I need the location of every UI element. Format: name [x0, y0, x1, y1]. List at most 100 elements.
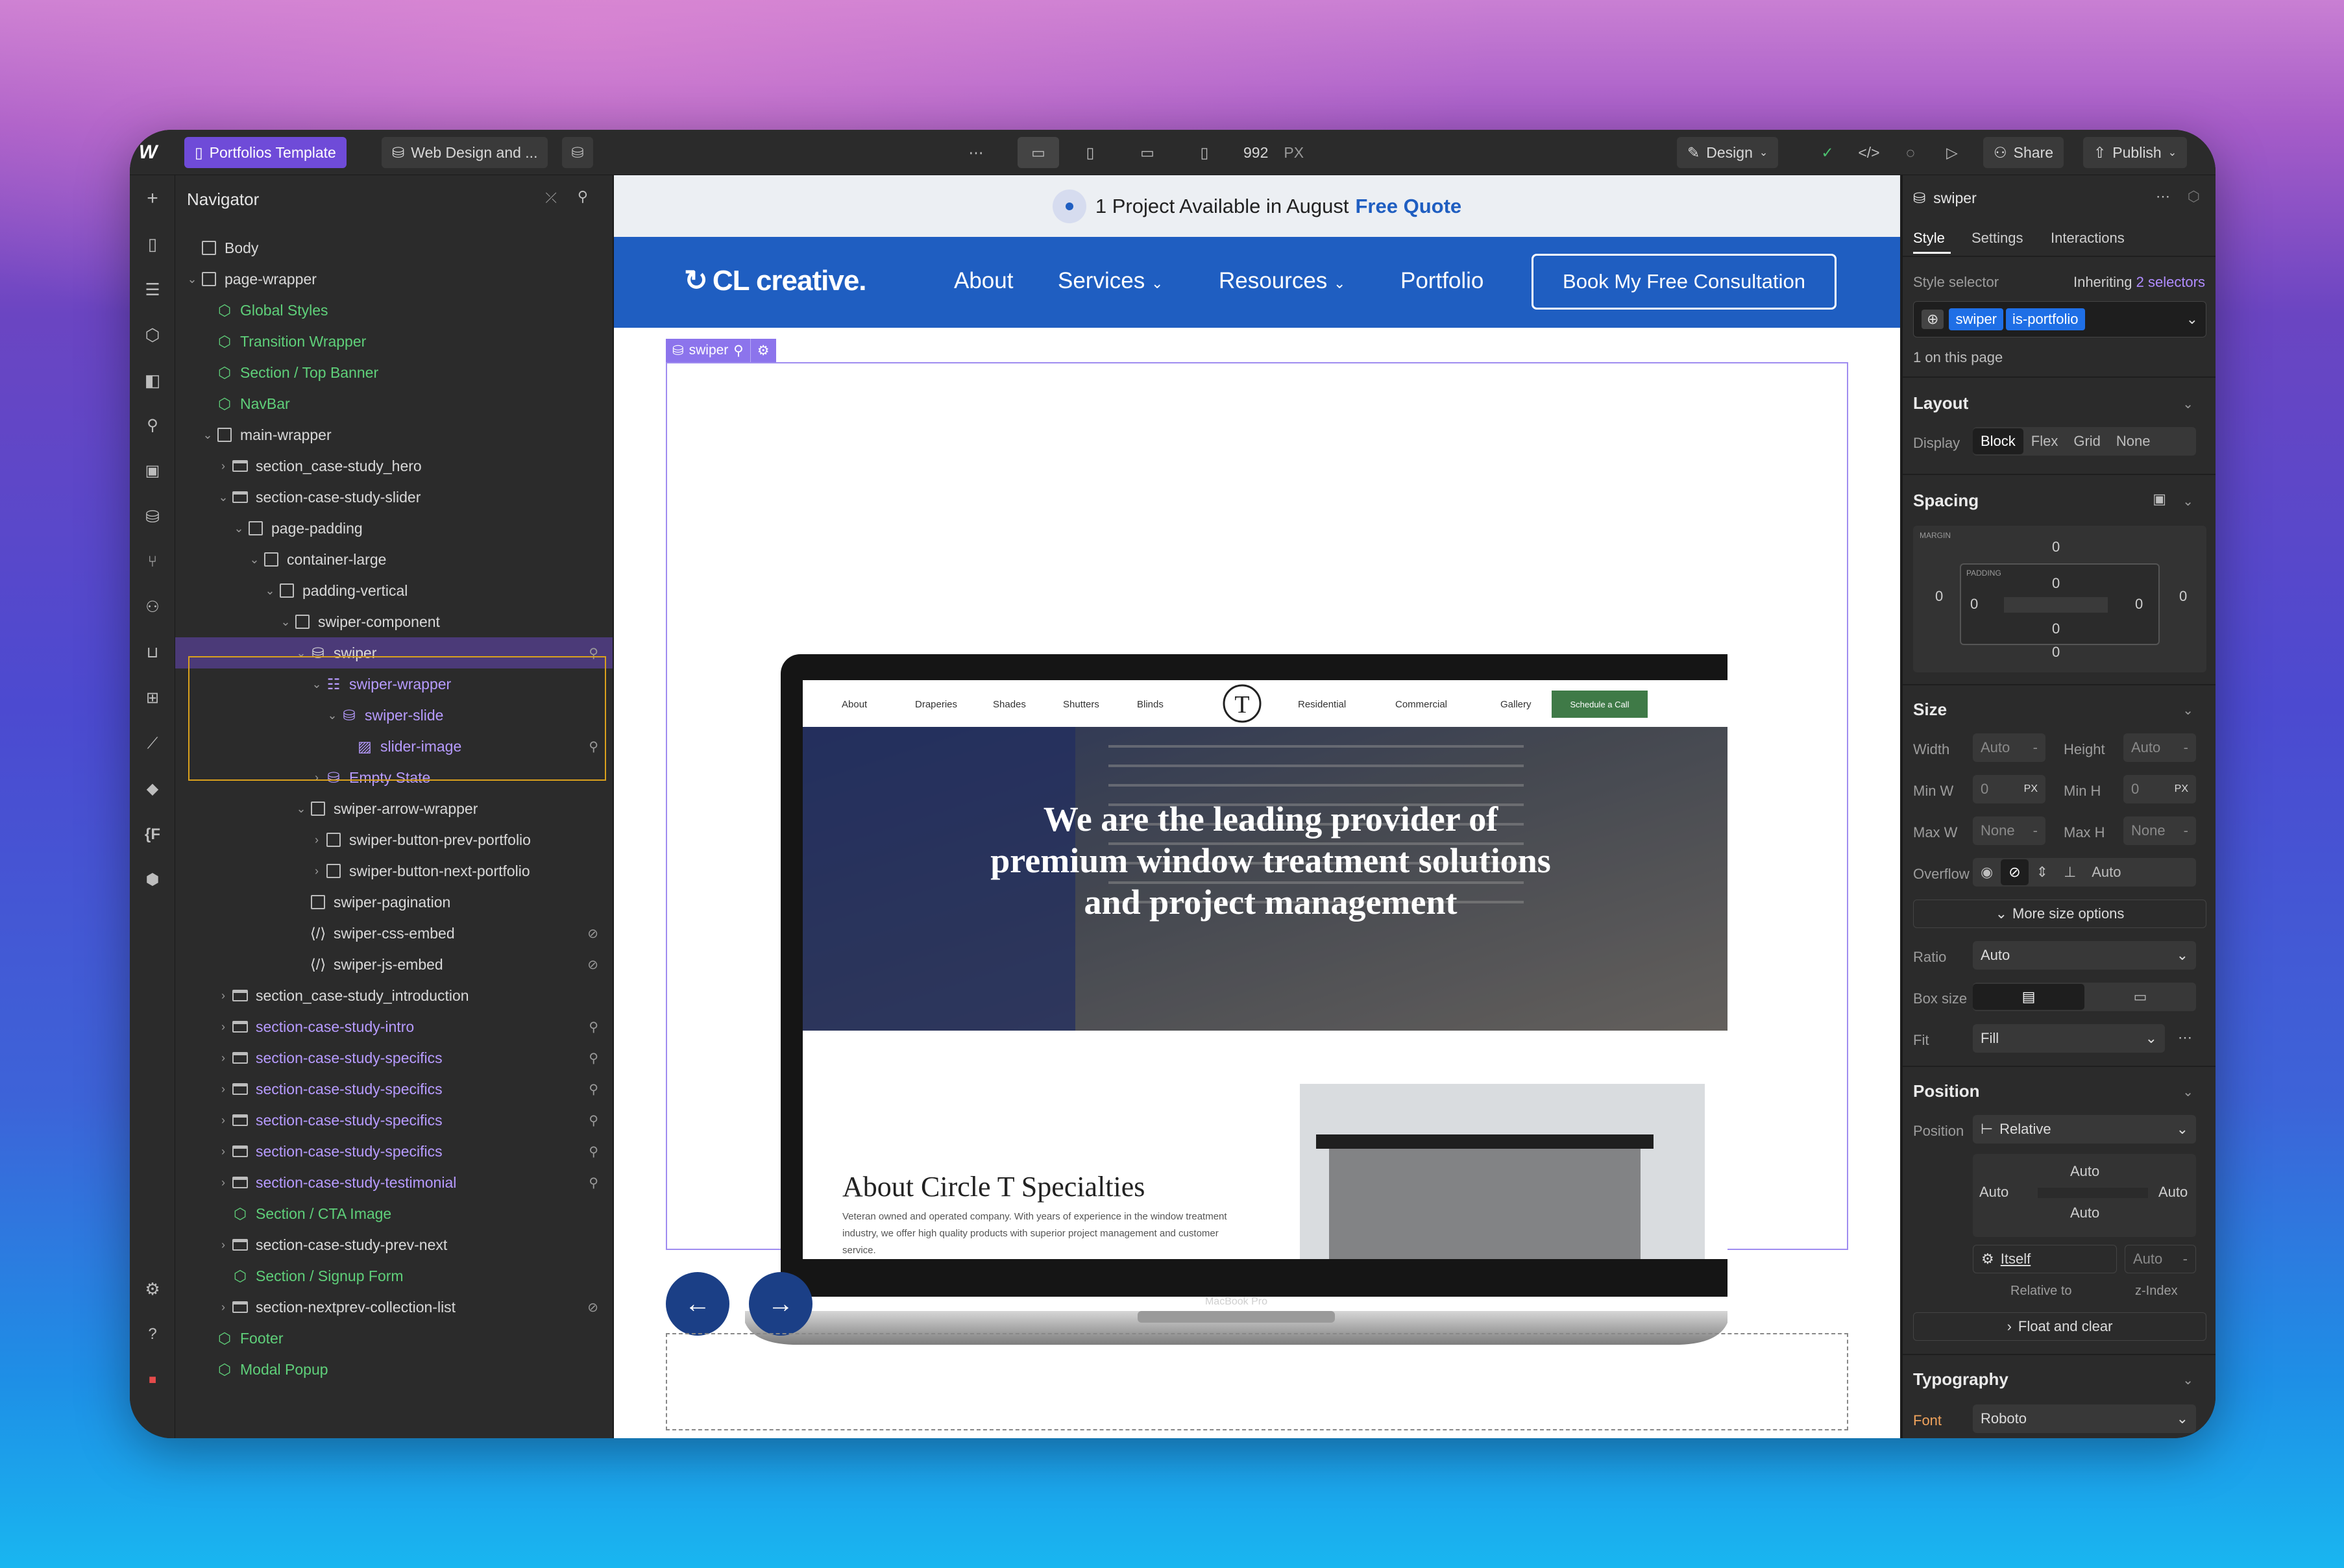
navigator-item[interactable]: ⬡ NavBar: [175, 388, 613, 419]
navigator-item[interactable]: › section-case-study-intro ⚲: [175, 1011, 613, 1042]
caret-right-icon[interactable]: ›: [215, 1301, 231, 1314]
add-elements-icon[interactable]: +: [141, 187, 164, 210]
slider-prev-button[interactable]: ←: [666, 1272, 729, 1336]
gear-icon[interactable]: ⚙: [750, 339, 776, 362]
variables-icon[interactable]: ⚲: [141, 414, 164, 437]
display-block[interactable]: Block: [1973, 428, 2023, 454]
navigator-item[interactable]: swiper-pagination: [175, 887, 613, 918]
navigator-item[interactable]: ⬡ Section / Top Banner: [175, 357, 613, 388]
canvas-width-readout[interactable]: 992 PX: [1243, 137, 1304, 168]
tab-interactions[interactable]: Interactions: [2051, 230, 2125, 247]
margin-left[interactable]: 0: [1935, 588, 1943, 605]
selector-field[interactable]: ⊕ swiper is-portfolio ⌄: [1913, 301, 2206, 337]
display-flex[interactable]: Flex: [2023, 433, 2066, 450]
navigator-item[interactable]: ⌄ swiper-arrow-wrapper: [175, 793, 613, 824]
box-size-control[interactable]: ▤ ▭: [1973, 983, 2196, 1011]
navigator-item[interactable]: ⬡ Modal Popup: [175, 1354, 613, 1385]
height-input[interactable]: Auto -: [2123, 733, 2196, 762]
fit-select[interactable]: Fill ⌄: [1973, 1024, 2165, 1053]
overflow-scroll-icon[interactable]: ⇕: [2029, 864, 2056, 881]
tab-portfolios-template[interactable]: ▯ Portfolios Template: [184, 137, 347, 168]
chevron-down-icon[interactable]: ⌄: [2182, 1372, 2193, 1388]
navigator-item[interactable]: ⌄ container-large: [175, 544, 613, 575]
tab-settings[interactable]: Settings: [1972, 230, 2023, 247]
navigator-item[interactable]: ⬡ Global Styles: [175, 295, 613, 326]
typography-section-title[interactable]: Typography: [1913, 1369, 2008, 1390]
display-none[interactable]: None: [2108, 433, 2158, 450]
caret-right-icon[interactable]: ›: [215, 989, 231, 1003]
content-box-icon[interactable]: ▭: [2084, 988, 2196, 1005]
styles-icon[interactable]: ◧: [141, 369, 164, 392]
caret-right-icon[interactable]: ›: [309, 833, 324, 847]
caret-right-icon[interactable]: ›: [215, 1238, 231, 1252]
navigator-item[interactable]: › section-case-study-prev-next: [175, 1229, 613, 1260]
navigator-item[interactable]: Body: [175, 232, 613, 263]
margin-top[interactable]: 0: [2052, 539, 2060, 556]
float-and-clear-button[interactable]: › Float and clear: [1913, 1312, 2206, 1341]
help-icon[interactable]: ?: [141, 1323, 164, 1346]
chevron-down-icon[interactable]: ⌄: [2182, 396, 2193, 412]
component-icon[interactable]: ⬡: [2188, 188, 2200, 205]
caret-right-icon[interactable]: ›: [309, 864, 324, 878]
margin-bottom[interactable]: 0: [2052, 644, 2060, 661]
display-segmented-control[interactable]: Block Flex Grid None: [1973, 427, 2196, 456]
spacing-section-title[interactable]: Spacing: [1913, 491, 1979, 511]
consultation-button[interactable]: Book My Free Consultation: [1532, 254, 1837, 310]
padding-bottom[interactable]: 0: [2052, 620, 2060, 637]
nav-resources[interactable]: Resources ⌄: [1219, 268, 1345, 294]
package-icon[interactable]: ⬢: [141, 868, 164, 892]
overflow-segmented-control[interactable]: ◉ ⊘ ⇕ ⊥ Auto: [1973, 858, 2196, 887]
caret-right-icon[interactable]: ›: [215, 1020, 231, 1034]
cms-icon[interactable]: ⛁: [141, 505, 164, 528]
webflow-logo-icon[interactable]: W: [139, 137, 167, 168]
navigator-item[interactable]: › section-case-study-specifics ⚲: [175, 1073, 613, 1105]
free-quote-link[interactable]: Free Quote: [1355, 195, 1461, 218]
navigator-item[interactable]: ⌄ page-padding: [175, 513, 613, 544]
design-mode-dropdown[interactable]: ✎ Design ⌄: [1677, 137, 1779, 168]
tablet-breakpoint-icon[interactable]: ▯: [1075, 137, 1106, 168]
more-options-icon[interactable]: ⋯: [2156, 188, 2170, 205]
tab-cms-collection[interactable]: ⛁ Web Design and ...: [382, 137, 548, 168]
record-icon[interactable]: ■: [141, 1368, 164, 1391]
publish-button[interactable]: ⇧ Publish ⌄: [2083, 137, 2188, 168]
navigator-item[interactable]: › section-case-study-specifics ⚲: [175, 1136, 613, 1167]
navigator-item[interactable]: ⌄ main-wrapper: [175, 419, 613, 450]
mobile-landscape-icon[interactable]: ▭: [1132, 137, 1163, 168]
overflow-hidden-eye-slash-icon[interactable]: ⊘: [2001, 859, 2029, 885]
layout-section-title[interactable]: Layout: [1913, 393, 1968, 413]
caret-right-icon[interactable]: ›: [215, 1083, 231, 1096]
navigator-item[interactable]: ⬡ Section / Signup Form: [175, 1260, 613, 1292]
code-icon[interactable]: </>: [1853, 137, 1885, 168]
caret-right-icon[interactable]: ›: [215, 1114, 231, 1127]
finsweet-icon[interactable]: {F: [141, 823, 164, 846]
cms-settings-icon[interactable]: ⛁: [562, 137, 593, 168]
users-icon[interactable]: ⚇: [141, 596, 164, 619]
class-chip-is-portfolio[interactable]: is-portfolio: [2006, 308, 2085, 330]
navigator-item[interactable]: › swiper-button-next-portfolio: [175, 855, 613, 887]
pin-icon[interactable]: ⚲: [578, 188, 588, 205]
hidden-eye-slash-icon[interactable]: ⊘: [587, 957, 598, 973]
navigator-item[interactable]: › swiper-button-prev-portfolio: [175, 824, 613, 855]
min-width-input[interactable]: 0 PX: [1973, 775, 2045, 803]
width-input[interactable]: Auto -: [1973, 733, 2045, 762]
padding-right[interactable]: 0: [2135, 596, 2143, 613]
size-section-title[interactable]: Size: [1913, 700, 1947, 720]
navigator-item[interactable]: › section_case-study_hero: [175, 450, 613, 482]
caret-down-icon[interactable]: ⌄: [200, 428, 215, 442]
caret-right-icon[interactable]: ›: [215, 1051, 231, 1065]
overflow-clip-icon[interactable]: ⊥: [2056, 864, 2084, 881]
navigator-item[interactable]: › section-case-study-testimonial ⚲: [175, 1167, 613, 1198]
overflow-auto[interactable]: Auto: [2084, 864, 2129, 881]
analytics-icon[interactable]: ⟋: [141, 732, 164, 755]
localization-icon[interactable]: ◆: [141, 778, 164, 801]
more-breakpoints-icon[interactable]: ⋯: [960, 137, 992, 168]
nav-about[interactable]: About: [954, 268, 1013, 294]
hidden-eye-slash-icon[interactable]: ⊘: [587, 1299, 598, 1316]
component-link-icon[interactable]: ⚲: [589, 1112, 598, 1129]
assets-icon[interactable]: ▣: [141, 459, 164, 483]
caret-down-icon[interactable]: ⌄: [278, 615, 293, 629]
caret-right-icon[interactable]: ›: [215, 459, 231, 473]
share-button[interactable]: ⚇ Share: [1983, 137, 2064, 168]
navigator-item[interactable]: ⬡ Transition Wrapper: [175, 326, 613, 357]
position-section-title[interactable]: Position: [1913, 1081, 1980, 1101]
